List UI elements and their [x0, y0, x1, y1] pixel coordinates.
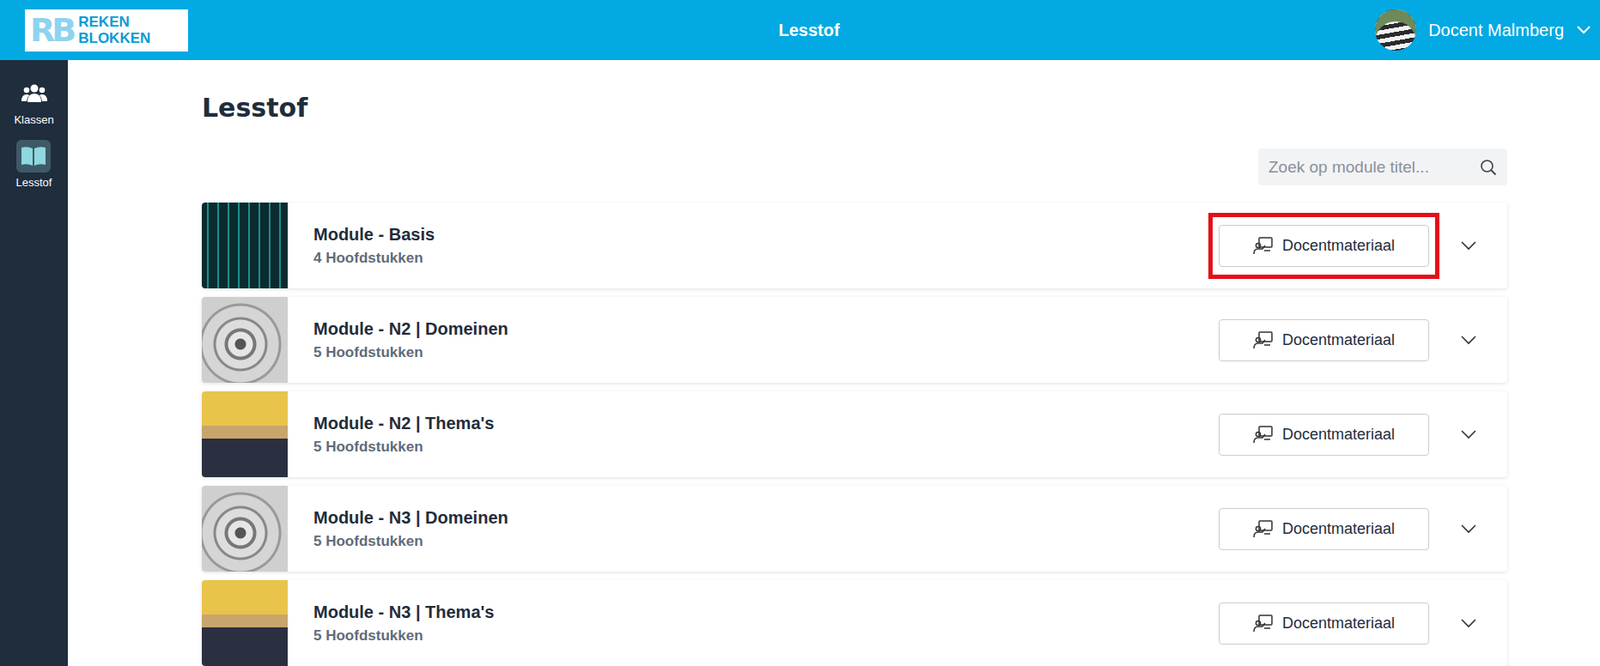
book-icon: [19, 145, 48, 168]
teacher-material-button[interactable]: Docentmateriaal: [1218, 413, 1430, 457]
presentation-icon: [1253, 425, 1274, 445]
expand-toggle[interactable]: [1429, 334, 1508, 346]
search-placeholder: Zoek op module titel...: [1268, 158, 1430, 177]
presentation-icon: [1253, 330, 1274, 350]
teacher-material-button[interactable]: Docentmateriaal: [1218, 602, 1430, 645]
module-row[interactable]: Module - N3 | Thema's 5 Hoofdstukken Doc…: [201, 580, 1508, 666]
logo[interactable]: RB REKEN BLOKKEN: [24, 9, 189, 52]
module-title: Module - N2 | Thema's: [313, 413, 1219, 434]
teacher-material-button[interactable]: Docentmateriaal: [1218, 319, 1430, 362]
app: RB REKEN BLOKKEN Lesstof Docent Malmberg…: [0, 0, 1600, 666]
sidebar-item[interactable]: Klassen: [13, 77, 54, 127]
expand-toggle[interactable]: [1429, 240, 1508, 251]
presentation-icon: [1253, 614, 1274, 633]
logo-mark: RB: [30, 13, 74, 47]
users-icon: [21, 82, 48, 105]
module-chapters: 5 Hoofdstukken: [313, 533, 1219, 551]
presentation-icon: [1253, 519, 1274, 539]
expand-toggle[interactable]: [1429, 429, 1508, 440]
main-content: Lesstof Zoek op module titel... Module -…: [67, 60, 1600, 666]
module-chapters: 5 Hoofdstukken: [313, 627, 1219, 645]
expand-toggle[interactable]: [1429, 618, 1508, 629]
module-row[interactable]: Module - N3 | Domeinen 5 Hoofdstukken Do…: [201, 486, 1508, 572]
chevron-down-icon: [1575, 24, 1592, 36]
chevron-down-icon: [1460, 618, 1478, 629]
module-chapters: 5 Hoofdstukken: [313, 438, 1219, 457]
chevron-down-icon: [1460, 334, 1478, 346]
module-title: Module - N2 | Domeinen: [313, 319, 1219, 340]
expand-toggle[interactable]: [1429, 523, 1508, 535]
chevron-down-icon: [1460, 240, 1478, 251]
top-bar: RB REKEN BLOKKEN Lesstof Docent Malmberg: [0, 0, 1600, 61]
teacher-material-button[interactable]: Docentmateriaal: [1218, 225, 1430, 268]
module-title: Module - Basis: [313, 225, 1219, 245]
teacher-material-button[interactable]: Docentmateriaal: [1218, 508, 1430, 551]
button-label: Docentmateriaal: [1282, 237, 1395, 256]
module-row[interactable]: Module - N2 | Thema's 5 Hoofdstukken Doc…: [201, 391, 1508, 478]
highlight-frame: [1208, 212, 1440, 280]
search-field[interactable]: Zoek op module titel...: [1258, 148, 1508, 186]
sidebar-label: Klassen: [13, 113, 54, 127]
sidebar-icon-box: [17, 77, 52, 110]
page-heading: Lesstof: [201, 91, 1508, 126]
module-row[interactable]: Module - Basis 4 Hoofdstukken Docentmate…: [201, 202, 1508, 289]
sidebar-icon-box: [16, 139, 51, 173]
module-chapters: 5 Hoofdstukken: [313, 344, 1219, 362]
module-thumbnail: [201, 580, 288, 666]
search-icon: [1479, 158, 1497, 177]
module-row[interactable]: Module - N2 | Domeinen 5 Hoofdstukken Do…: [201, 297, 1508, 384]
module-thumbnail: [201, 297, 288, 384]
chevron-down-icon: [1460, 523, 1478, 535]
user-menu[interactable]: Docent Malmberg: [1374, 9, 1594, 51]
presentation-icon: [1253, 236, 1274, 256]
sidebar-item[interactable]: Lesstof: [16, 139, 53, 189]
page-title: Lesstof: [778, 20, 840, 41]
chevron-down-icon: [1460, 429, 1478, 440]
button-label: Docentmateriaal: [1282, 331, 1395, 350]
module-title: Module - N3 | Domeinen: [313, 508, 1219, 529]
button-label: Docentmateriaal: [1282, 520, 1395, 539]
module-thumbnail: [201, 202, 288, 289]
module-chapters: 4 Hoofdstukken: [313, 249, 1219, 268]
avatar-icon: [1374, 9, 1417, 51]
module-list: Module - Basis 4 Hoofdstukken Docentmate…: [201, 202, 1508, 666]
sidebar: Klassen Lesstof: [0, 60, 68, 666]
module-title: Module - N3 | Thema's: [313, 602, 1219, 623]
user-name: Docent Malmberg: [1428, 20, 1564, 41]
button-label: Docentmateriaal: [1282, 614, 1395, 633]
button-label: Docentmateriaal: [1282, 425, 1395, 445]
module-thumbnail: [201, 486, 288, 572]
module-thumbnail: [201, 391, 288, 478]
sidebar-label: Lesstof: [16, 176, 53, 189]
logo-words: REKEN BLOKKEN: [78, 13, 151, 47]
